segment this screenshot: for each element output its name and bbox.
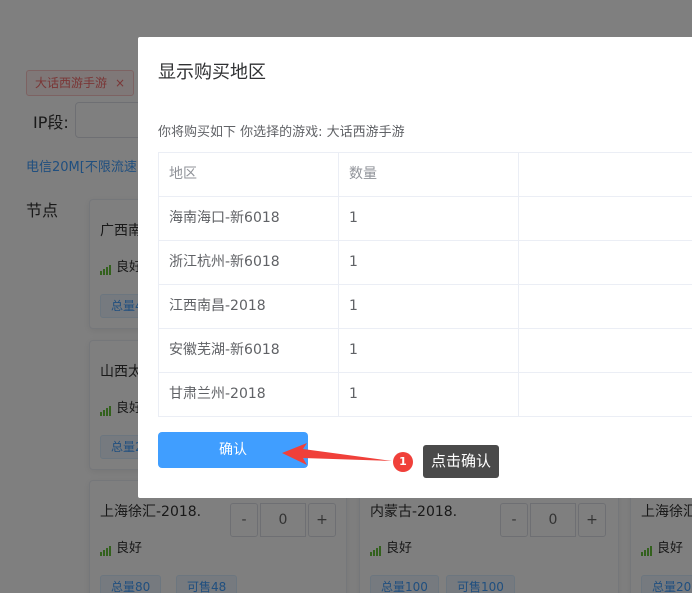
annotation-arrow-icon (282, 443, 392, 465)
step-badge: 1 (393, 452, 413, 472)
annotation-tooltip: 点击确认 (423, 445, 500, 478)
